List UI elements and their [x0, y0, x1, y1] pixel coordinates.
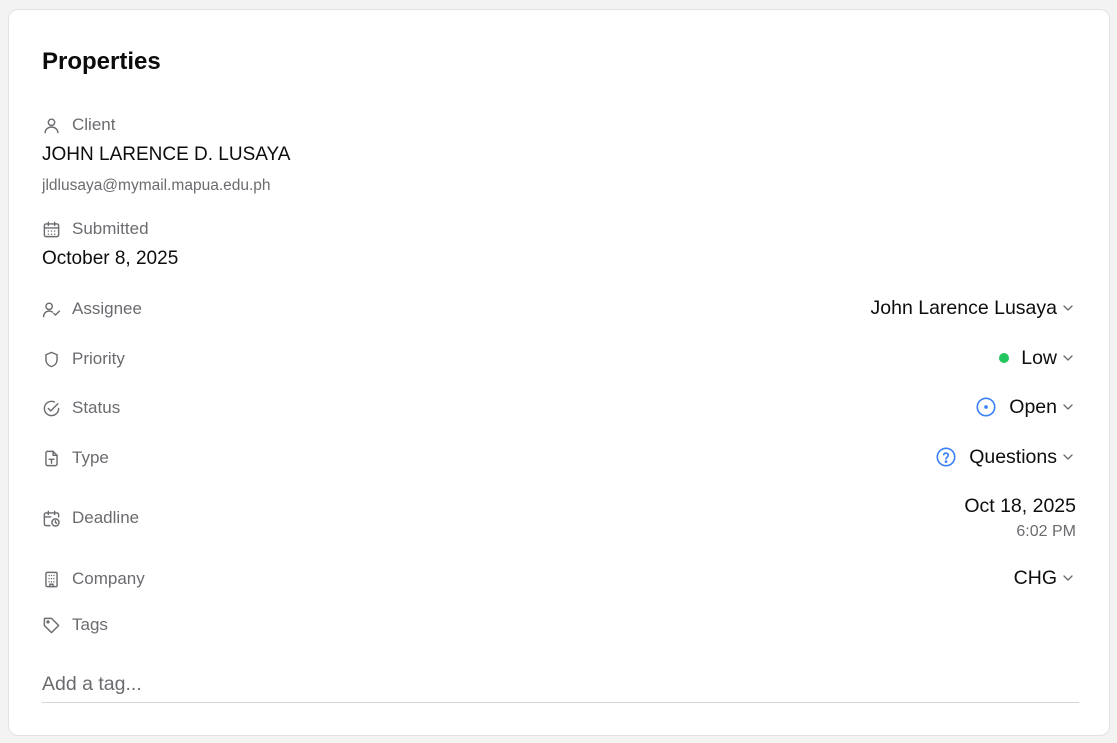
assignee-dropdown[interactable]: John Larence Lusaya [871, 296, 1076, 320]
status-dropdown[interactable]: Open [975, 395, 1076, 419]
assignee-label: Assignee [72, 299, 142, 318]
chevron-down-icon [1060, 399, 1076, 415]
type-dropdown[interactable]: Questions [935, 445, 1076, 469]
company-value: CHG [1013, 566, 1057, 589]
chevron-down-icon [1060, 350, 1076, 366]
company-label: Company [72, 569, 145, 588]
assignee-value: John Larence Lusaya [870, 296, 1057, 319]
panel-title: Properties [42, 48, 161, 75]
deadline-time: 6:02 PM [1016, 523, 1076, 540]
user-icon [41, 115, 61, 135]
open-status-icon [975, 396, 997, 418]
circle-check-icon [41, 398, 61, 418]
status-value: Open [1009, 395, 1057, 418]
tags-label: Tags [72, 615, 108, 634]
deadline-label: Deadline [72, 508, 140, 527]
tag-input[interactable] [42, 666, 1079, 703]
tag-icon [41, 615, 61, 635]
priority-label: Priority [72, 349, 125, 368]
building-icon [41, 569, 61, 589]
assignee-label-row: Assignee [41, 299, 142, 319]
type-label: Type [72, 448, 109, 467]
shield-icon [41, 349, 61, 369]
chevron-down-icon [1060, 300, 1076, 316]
submitted-date: October 8, 2025 [42, 248, 179, 269]
chevron-down-icon [1060, 449, 1076, 465]
calendar-icon [41, 219, 61, 239]
question-circle-icon [935, 446, 957, 468]
client-email[interactable]: jldlusaya@mymail.mapua.edu.ph [42, 177, 271, 195]
status-label: Status [72, 398, 121, 417]
priority-indicator-dot [999, 353, 1010, 363]
submitted-label: Submitted [72, 219, 149, 238]
submitted-label-row: Submitted [41, 219, 149, 239]
company-dropdown[interactable]: CHG [1014, 566, 1076, 590]
client-label: Client [72, 115, 116, 134]
client-label-row: Client [41, 115, 115, 135]
company-label-row: Company [41, 569, 145, 589]
priority-label-row: Priority [41, 349, 125, 369]
deadline-label-row: Deadline [41, 508, 139, 528]
file-type-icon [41, 448, 61, 468]
properties-panel: Properties Client JOHN LARENCE D. LUSAYA… [8, 9, 1110, 736]
type-value: Questions [969, 445, 1057, 468]
calendar-clock-icon [41, 508, 61, 528]
status-label-row: Status [41, 398, 120, 418]
priority-value: Low [1021, 346, 1057, 369]
tags-label-row: Tags [41, 615, 108, 635]
deadline-date[interactable]: Oct 18, 2025 [964, 495, 1076, 518]
user-check-icon [41, 299, 61, 319]
priority-dropdown[interactable]: Low [999, 346, 1076, 370]
chevron-down-icon [1060, 570, 1076, 586]
type-label-row: Type [41, 448, 109, 468]
client-name: JOHN LARENCE D. LUSAYA [42, 144, 291, 165]
